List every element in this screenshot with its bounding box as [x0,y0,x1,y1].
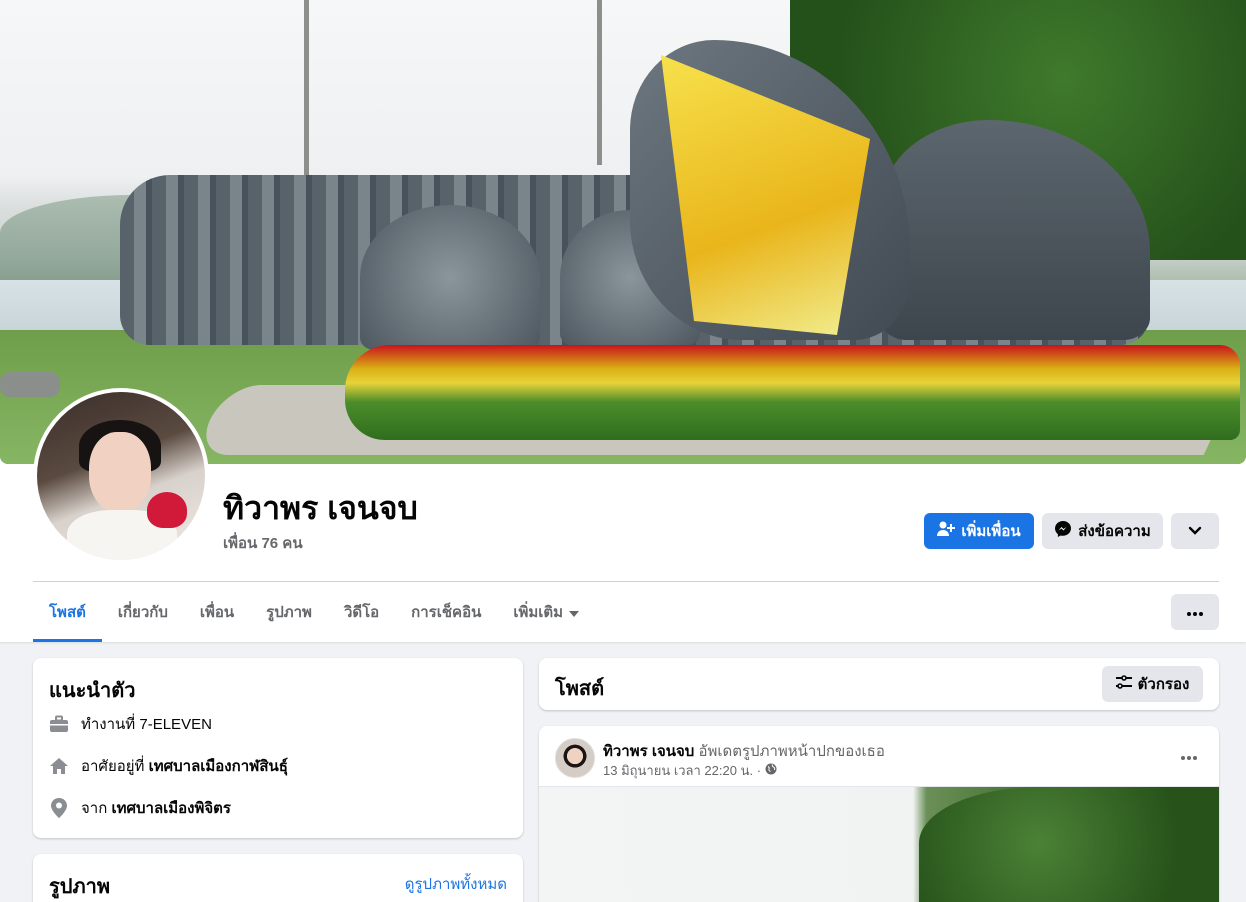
profile-avatar[interactable] [33,388,209,564]
post-meta: 13 มิถุนายน เวลา 22:20 น. · [603,760,777,781]
posts-header-card: โพสต์ ตัวกรอง [539,658,1219,710]
tab-more[interactable]: เพิ่มเติม [497,582,595,642]
see-all-photos-link[interactable]: ดูรูปภาพทั้งหมด [405,872,507,896]
message-button[interactable]: ส่งข้อความ [1042,513,1163,549]
filter-icon [1115,675,1132,693]
post-timestamp[interactable]: 13 มิถุนายน เวลา 22:20 น. · [603,760,761,781]
more-horizontal-icon [1187,603,1203,621]
profile-header: ทิวาพร เจนจบ เพื่อน 76 คน เพิ่มเพื่อน ส่… [0,0,1246,642]
location-pin-icon [49,798,69,818]
intro-title: แนะนำตัว [49,680,136,702]
post-image[interactable] [539,786,1219,902]
tab-posts[interactable]: โพสต์ [33,582,102,642]
tab-about[interactable]: เกี่ยวกับ [102,582,184,642]
intro-from-row: จาก เทศบาลเมืองพิจิตร [49,796,231,820]
intro-work-row: ทำงานที่ 7-ELEVEN [49,712,212,736]
more-horizontal-icon [1181,747,1197,765]
tab-photos[interactable]: รูปภาพ [250,582,328,642]
messenger-icon [1054,520,1072,542]
tab-options-button[interactable] [1171,594,1219,630]
photos-card: รูปภาพ ดูรูปภาพทั้งหมด [33,854,523,902]
chevron-down-icon [1188,523,1202,540]
home-icon [49,756,69,776]
filter-label: ตัวกรอง [1137,676,1190,693]
intro-card: แนะนำตัว ทำงานที่ 7-ELEVEN อาศัยอยู่ที่ … [33,658,523,838]
profile-more-dropdown[interactable] [1171,513,1219,549]
intro-work-link[interactable]: 7-ELEVEN [139,716,212,733]
posts-title: โพสต์ [555,678,605,700]
add-friend-button[interactable]: เพิ่มเพื่อน [924,513,1034,549]
profile-name: ทิวาพร เจนจบ [223,490,418,526]
tab-friends[interactable]: เพื่อน [184,582,250,642]
friends-count[interactable]: เพื่อน 76 คน [223,531,303,555]
briefcase-icon [49,714,69,734]
photos-title: รูปภาพ [49,876,111,898]
add-friend-icon [937,521,956,541]
post-card: ทิวาพร เจนจบ อัพเดตรูปภาพหน้าปกของเธอ 13… [539,726,1219,902]
post-options-button[interactable] [1175,742,1203,770]
add-friend-label: เพิ่มเพื่อน [961,523,1021,540]
caret-down-icon [569,604,580,621]
tab-videos[interactable]: วิดีโอ [328,582,395,642]
post-author-name[interactable]: ทิวาพร เจนจบ [603,743,694,760]
post-action-text: อัพเดตรูปภาพหน้าปกของเธอ [694,743,885,760]
globe-icon [765,763,777,778]
cover-photo[interactable] [0,0,1246,464]
message-label: ส่งข้อความ [1078,523,1151,540]
profile-tabs: โพสต์ เกี่ยวกับ เพื่อน รูปภาพ วิดีโอ การ… [33,582,595,642]
filter-button[interactable]: ตัวกรอง [1102,666,1203,702]
post-author-avatar[interactable] [555,738,595,778]
intro-lives-link[interactable]: เทศบาลเมืองกาฬสินธุ์ [149,758,288,775]
tab-checkins[interactable]: การเช็คอิน [395,582,497,642]
intro-from-link[interactable]: เทศบาลเมืองพิจิตร [111,800,231,817]
intro-lives-row: อาศัยอยู่ที่ เทศบาลเมืองกาฬสินธุ์ [49,754,288,778]
